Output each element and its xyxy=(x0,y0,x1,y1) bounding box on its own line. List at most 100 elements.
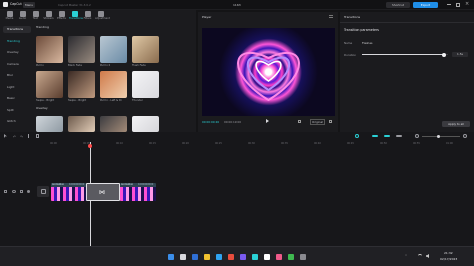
settings-icon[interactable] xyxy=(300,254,306,260)
capcut-taskbar-icon[interactable] xyxy=(252,254,258,260)
play-icon[interactable] xyxy=(266,119,269,123)
file-explorer-icon[interactable] xyxy=(204,254,210,260)
toolbar-audio-button[interactable]: Audio xyxy=(17,10,28,22)
menu-button[interactable]: Menu xyxy=(23,1,36,8)
clip-1-label: Animation xyxy=(52,183,65,186)
maximize-icon[interactable] xyxy=(456,2,460,7)
video-clip-1[interactable]: Animation 1000000000 xyxy=(51,183,86,201)
preview-axis-icon[interactable] xyxy=(396,135,402,137)
nav-item-transitions[interactable]: Transitions xyxy=(3,26,31,33)
magnet-icon[interactable] xyxy=(384,135,390,137)
app-logo xyxy=(3,2,8,7)
volume-icon[interactable] xyxy=(426,254,429,258)
transition-caption: Pull In xyxy=(36,64,44,67)
nav-item-basic[interactable]: Basic xyxy=(3,95,31,102)
toolbar-transitions-button[interactable]: Transitions xyxy=(69,10,83,22)
nav-item-light[interactable]: Light xyxy=(3,84,31,91)
zoom-slider-handle[interactable] xyxy=(437,134,440,138)
toolbar-media-button[interactable]: Media xyxy=(4,10,15,22)
duration-slider[interactable] xyxy=(362,52,448,57)
redo-icon[interactable]: ↷ xyxy=(20,135,23,139)
player-menu-icon[interactable] xyxy=(329,15,333,18)
transition-thumbnail[interactable] xyxy=(36,36,63,63)
minimize-icon[interactable] xyxy=(447,4,451,5)
zoom-out-icon[interactable] xyxy=(415,134,419,138)
track-lock-icon[interactable] xyxy=(4,190,7,193)
toolbar-adjustment-button[interactable]: Adjustment xyxy=(95,10,110,22)
shortcut-button[interactable]: Shortcut xyxy=(386,2,410,8)
transition-thumbnail[interactable] xyxy=(36,116,63,132)
split-icon[interactable] xyxy=(28,134,29,138)
transition-thumbnail[interactable] xyxy=(132,36,159,63)
photos-icon[interactable] xyxy=(288,254,294,260)
export-button[interactable]: Export xyxy=(413,2,438,8)
video-preview[interactable] xyxy=(202,28,335,116)
properties-divider xyxy=(340,22,474,23)
link-icon[interactable] xyxy=(372,135,378,137)
transition-thumbnail[interactable] xyxy=(100,36,127,63)
fullscreen-icon[interactable] xyxy=(298,119,301,123)
nav-item-blur[interactable]: Blur xyxy=(3,72,31,79)
transition-thumbnail[interactable] xyxy=(68,71,95,98)
toolbar-effects-button[interactable]: Effects xyxy=(56,10,67,22)
chrome-icon[interactable] xyxy=(228,254,234,260)
store-icon[interactable] xyxy=(264,254,270,260)
transition-thumbnail[interactable] xyxy=(132,116,159,132)
video-clip-2[interactable]: Animation 1000000000 xyxy=(120,183,156,201)
nav-item-split[interactable]: Split xyxy=(3,107,31,114)
tray-chevron-icon[interactable]: ˄ xyxy=(405,254,407,259)
nav-item-glitch[interactable]: Glitch xyxy=(3,118,31,125)
section-trending: Trending xyxy=(36,25,49,29)
transition-thumbnail[interactable] xyxy=(68,36,95,63)
toolbar-filters-button[interactable]: Filters xyxy=(82,10,93,22)
timeline[interactable]: 00:00 00:05 00:10 00:15 00:20 00:25 00:30 00:35… xyxy=(0,140,474,246)
duration-slider-handle[interactable] xyxy=(441,52,446,57)
zoom-icon[interactable] xyxy=(329,119,332,123)
timeline-ruler[interactable]: 00:00 00:05 00:10 00:15 00:20 00:25 00:30 00:35… xyxy=(50,142,470,148)
clock-date[interactable]: 02/17/2023 xyxy=(440,257,457,261)
player-title: Player xyxy=(202,15,212,19)
close-icon[interactable]: × xyxy=(465,1,469,7)
cover-icon xyxy=(40,189,46,194)
wifi-icon[interactable] xyxy=(418,254,422,258)
cursor-icon[interactable] xyxy=(4,134,7,138)
nav-item-overlay[interactable]: Overlay xyxy=(3,49,31,56)
toolbar-stickers-button[interactable]: Stickers xyxy=(43,10,54,22)
zoom-slider[interactable] xyxy=(422,135,460,137)
toolbar-label: Audio xyxy=(18,17,27,20)
ratio-button[interactable]: Original xyxy=(310,119,325,125)
transition-thumbnail[interactable] xyxy=(36,71,63,98)
heart-graphic xyxy=(237,51,300,102)
zoom-in-icon[interactable] xyxy=(463,134,467,138)
teams-icon[interactable] xyxy=(240,254,246,260)
apply-to-all-button[interactable]: Apply to all xyxy=(442,121,470,127)
track-visibility-icon[interactable] xyxy=(12,190,16,193)
search-icon[interactable] xyxy=(180,254,186,260)
nav-item-camera[interactable]: Camera xyxy=(3,61,31,68)
task-view-icon[interactable] xyxy=(192,254,198,260)
playhead-handle[interactable] xyxy=(88,144,92,148)
transition-thumbnail[interactable] xyxy=(132,71,159,98)
transition-caption: Flash Fade xyxy=(132,64,146,67)
start-icon[interactable] xyxy=(168,254,174,260)
edge-icon[interactable] xyxy=(216,254,222,260)
clip-1-frames: 1000000000 xyxy=(69,183,85,186)
transition-thumbnail[interactable] xyxy=(100,71,127,98)
cover-button[interactable] xyxy=(37,186,49,197)
duration-value[interactable]: 1.5s xyxy=(452,52,468,57)
delete-icon[interactable] xyxy=(36,134,39,138)
transition-thumbnail[interactable] xyxy=(100,116,127,132)
track-more-icon[interactable] xyxy=(27,190,30,193)
toolbar-text-button[interactable]: Text xyxy=(30,10,41,22)
transition-marker[interactable]: ⋈ xyxy=(86,183,120,201)
record-icon[interactable] xyxy=(355,134,359,138)
music-icon[interactable] xyxy=(276,254,282,260)
nav-item-trending[interactable]: Trending xyxy=(3,38,31,45)
track-mute-icon[interactable] xyxy=(20,190,23,193)
transition-thumbnail[interactable] xyxy=(68,116,95,132)
toolbar-label: Stickers xyxy=(43,17,54,20)
properties-tab[interactable]: Transitions xyxy=(344,15,360,19)
undo-icon[interactable]: ↶ xyxy=(13,135,16,139)
current-timecode: 00:00:00:26 xyxy=(202,120,220,124)
clock-time[interactable]: 21:32 xyxy=(444,251,453,255)
